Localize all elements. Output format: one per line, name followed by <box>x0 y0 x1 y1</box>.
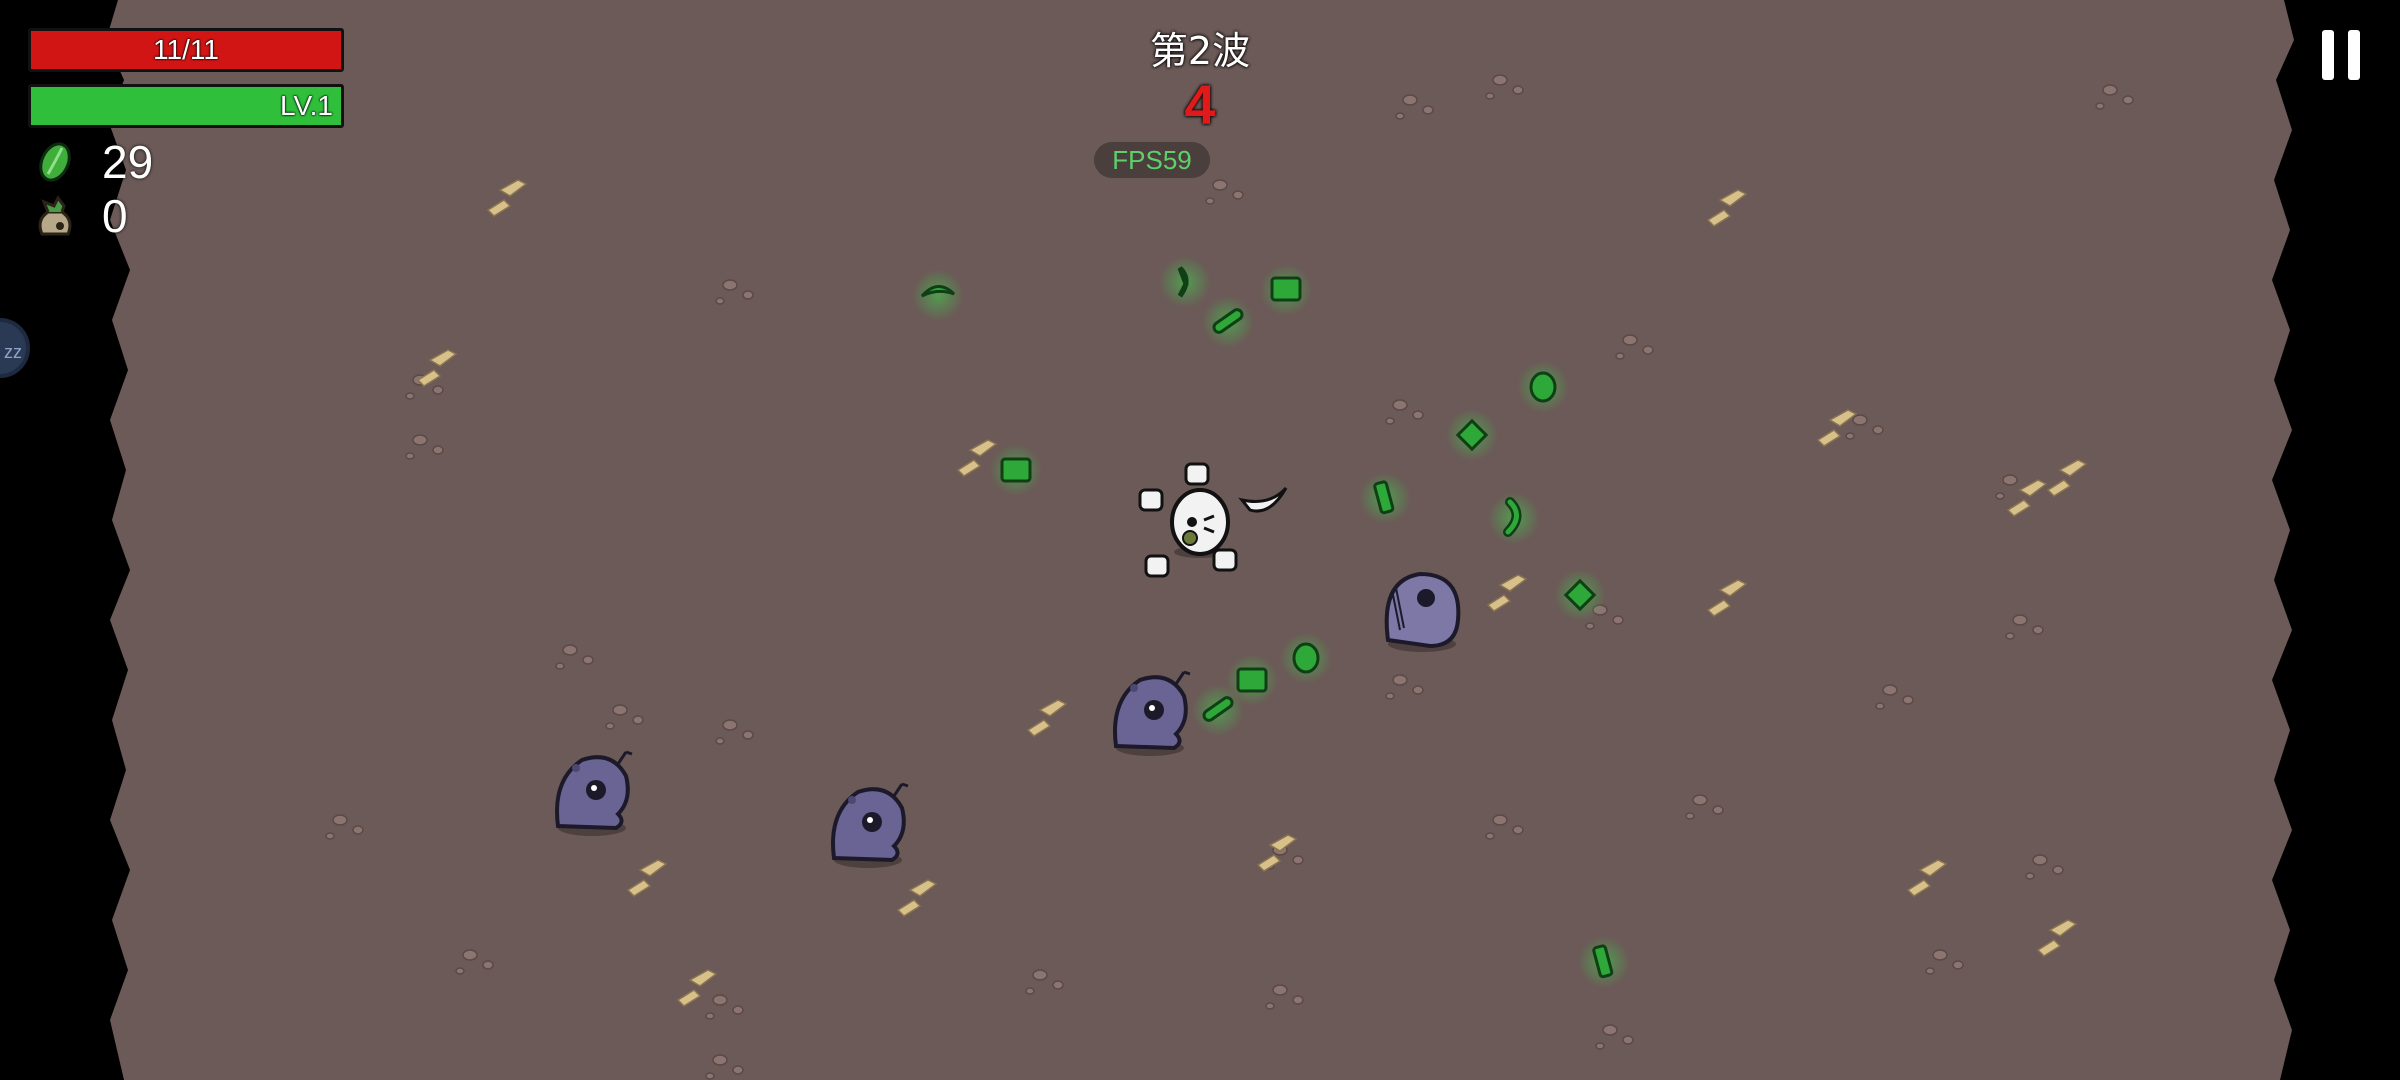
pause-icon <box>2318 28 2366 82</box>
wave-title: 第2波 <box>1149 29 1251 73</box>
materials-counter: 29 <box>34 136 153 188</box>
fps-counter: FPS59 <box>1094 142 1210 178</box>
green-leaf-icon <box>39 142 71 182</box>
health-label: 11/11 <box>153 34 219 65</box>
bag-count: 0 <box>102 190 128 242</box>
level-label: LV.1 <box>280 90 333 121</box>
wave-timer: 4 <box>1184 73 1216 136</box>
materials-count: 29 <box>102 136 154 188</box>
bag-counter: 0 <box>34 190 128 242</box>
money-bag-icon <box>38 195 72 236</box>
health-bar: 11/11 <box>28 28 344 72</box>
arena-right-wall <box>2272 0 2400 1080</box>
pause-button[interactable] <box>2318 28 2366 82</box>
experience-bar: LV.1 <box>28 84 344 128</box>
